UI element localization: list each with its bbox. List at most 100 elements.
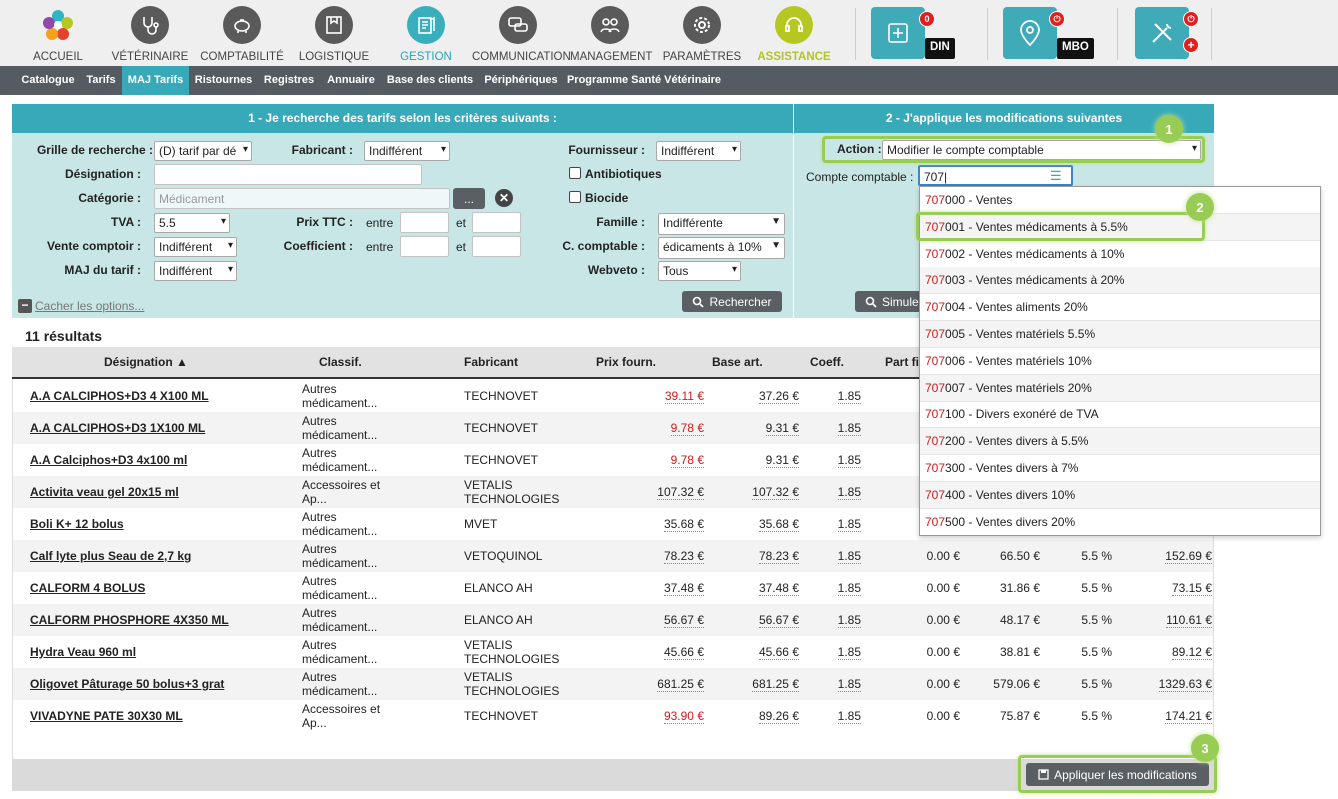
maj-tarif-select[interactable]: Indifférent ▾ — [154, 261, 237, 281]
coef-max-input[interactable] — [472, 236, 521, 257]
product-name-link[interactable]: Oligovet Pâturage 50 bolus+3 grat — [30, 677, 224, 691]
nav-communication[interactable]: COMMUNICATION — [472, 0, 571, 66]
coef-min-input[interactable] — [400, 236, 449, 257]
subnav-peripheriques[interactable]: Périphériques — [481, 66, 561, 95]
vente-comptoir-select[interactable]: Indifférent ▾ — [154, 237, 237, 257]
nav-gestion[interactable]: GESTION — [386, 0, 466, 66]
base-art-cell[interactable]: 37.26 € — [758, 389, 799, 404]
base-art-cell[interactable]: 56.67 € — [758, 613, 799, 628]
prix-fourn-cell[interactable]: 107.32 € — [657, 485, 704, 500]
din-tile[interactable] — [871, 7, 925, 59]
dropdown-option[interactable]: 707100 - Divers exonéré de TVA — [920, 401, 1320, 429]
dropdown-option[interactable]: 707000 - Ventes — [920, 187, 1320, 214]
nav-veterinaire[interactable]: VÉTÉRINAIRE — [110, 0, 190, 66]
dropdown-option[interactable]: 707007 - Ventes matériels 20% — [920, 374, 1320, 402]
base-art-cell[interactable]: 78.23 € — [758, 549, 799, 564]
dropdown-option[interactable]: 707006 - Ventes matériels 10% — [920, 348, 1320, 375]
coeff-cell[interactable]: 1.85 — [837, 709, 861, 724]
coeff-cell[interactable]: 1.85 — [837, 645, 861, 660]
column-base-art[interactable]: Base art. — [712, 355, 763, 369]
dropdown-option[interactable]: 707005 - Ventes matériels 5.5% — [920, 321, 1320, 348]
biocide-checkbox[interactable] — [569, 191, 581, 203]
subnav-catalogue[interactable]: Catalogue — [16, 66, 80, 95]
dropdown-option[interactable]: 707300 - Ventes divers à 7% — [920, 455, 1320, 482]
prix-fourn-cell[interactable]: 9.78 € — [670, 453, 704, 468]
base-art-cell[interactable]: 89.26 € — [758, 709, 799, 724]
coeff-cell[interactable]: 1.85 — [837, 421, 861, 436]
subnav-ristournes[interactable]: Ristournes — [192, 66, 255, 95]
product-name-link[interactable]: Boli K+ 12 bolus — [30, 517, 124, 531]
product-name-link[interactable]: Calf lyte plus Seau de 2,7 kg — [30, 549, 191, 563]
subnav-base-clients[interactable]: Base des clients — [384, 66, 476, 95]
base-art-cell[interactable]: 35.68 € — [758, 517, 799, 532]
dropdown-option[interactable]: 707002 - Ventes médicaments à 10% — [920, 241, 1320, 268]
grille-select[interactable]: (D) tarif par dé ▾ — [154, 141, 252, 161]
prix-fourn-cell[interactable]: 93.90 € — [663, 709, 704, 724]
c-comptable-select[interactable]: édicaments à 10% ▼ — [658, 237, 785, 259]
dropdown-option[interactable]: 707400 - Ventes divers 10% — [920, 481, 1320, 509]
base-art-cell[interactable]: 37.48 € — [758, 581, 799, 596]
coeff-cell[interactable]: 1.85 — [837, 389, 861, 404]
clear-icon[interactable]: ✕ — [495, 189, 513, 207]
subnav-registres[interactable]: Registres — [259, 66, 319, 95]
subnav-maj-tarifs[interactable]: MAJ Tarifs — [122, 66, 189, 95]
base-art-cell[interactable]: 9.31 € — [765, 453, 799, 468]
price-ttc-cell[interactable]: 110.61 € — [1166, 613, 1212, 628]
coeff-cell[interactable]: 1.85 — [837, 581, 861, 596]
prix-fourn-cell[interactable]: 37.48 € — [663, 581, 704, 596]
prix-fourn-cell[interactable]: 35.68 € — [663, 517, 704, 532]
column-prix-fourn[interactable]: Prix fourn. — [596, 355, 656, 369]
dropdown-option[interactable]: 707200 - Ventes divers à 5.5% — [920, 428, 1320, 456]
price-ttc-cell[interactable]: 152.69 € — [1165, 549, 1212, 564]
prix-max-input[interactable] — [472, 212, 521, 233]
subnav-tarifs[interactable]: Tarifs — [82, 66, 120, 95]
table-row[interactable]: CALFORM PHOSPHORE 4X350 ML Autres médicame… — [12, 604, 1214, 636]
table-row[interactable]: VIVADYNE PATE 30X30 ML Accessoires et Ap..… — [12, 700, 1214, 732]
product-name-link[interactable]: A.A Calciphos+D3 4x100 ml — [30, 453, 187, 467]
tools-tile[interactable] — [1135, 7, 1189, 59]
base-art-cell[interactable]: 681.25 € — [752, 677, 799, 692]
coeff-cell[interactable]: 1.85 — [837, 485, 861, 500]
product-name-link[interactable]: Hydra Veau 960 ml — [30, 645, 136, 659]
dropdown-option[interactable]: 707500 - Ventes divers 20% — [920, 509, 1320, 535]
base-art-cell[interactable]: 45.66 € — [758, 645, 799, 660]
product-name-link[interactable]: A.A CALCIPHOS+D3 4 X100 ML — [30, 389, 209, 403]
prix-fourn-cell[interactable]: 681.25 € — [657, 677, 704, 692]
nav-assistance[interactable]: ASSISTANCE — [754, 0, 834, 66]
prix-fourn-cell[interactable]: 39.11 € — [664, 389, 704, 404]
categorie-browse-button[interactable]: ... — [453, 188, 485, 209]
column-fabricant[interactable]: Fabricant — [464, 355, 518, 369]
base-art-cell[interactable]: 107.32 € — [752, 485, 799, 500]
prix-fourn-cell[interactable]: 78.23 € — [663, 549, 704, 564]
nav-logistique[interactable]: LOGISTIQUE — [294, 0, 374, 66]
fabricant-select[interactable]: Indifférent ▾ — [364, 141, 450, 161]
table-row[interactable]: CALFORM 4 BOLUS Autres médicament... ELANCO… — [12, 572, 1214, 604]
dropdown-option[interactable]: 707004 - Ventes aliments 20% — [920, 294, 1320, 322]
prix-min-input[interactable] — [400, 212, 449, 233]
famille-select[interactable]: Indifférente ▼ — [658, 213, 785, 235]
hide-options-link[interactable]: Cacher les options... — [35, 299, 144, 313]
price-ttc-cell[interactable]: 89.12 € — [1171, 645, 1212, 660]
search-button[interactable]: Rechercher — [682, 291, 782, 312]
mbo-power-icon[interactable]: ⏻ — [1049, 11, 1065, 27]
prix-fourn-cell[interactable]: 45.66 € — [663, 645, 704, 660]
product-name-link[interactable]: A.A CALCIPHOS+D3 1X100 ML — [30, 421, 205, 435]
prix-fourn-cell[interactable]: 9.78 € — [670, 421, 704, 436]
nav-parametres[interactable]: PARAMÈTRES — [662, 0, 742, 66]
subnav-programme-sante[interactable]: Programme Santé Vétérinaire — [566, 66, 722, 95]
product-name-link[interactable]: CALFORM PHOSPHORE 4X350 ML — [30, 613, 229, 627]
nav-management[interactable]: MANAGEMENT — [570, 0, 652, 66]
fournisseur-select[interactable]: Indifférent ▾ — [656, 141, 741, 161]
tva-select[interactable]: 5.5 ▾ — [154, 213, 230, 233]
column-designation[interactable]: Désignation ▲ — [104, 355, 188, 369]
coeff-cell[interactable]: 1.85 — [837, 453, 861, 468]
designation-input[interactable] — [154, 164, 422, 185]
table-row[interactable]: Oligovet Pâturage 50 bolus+3 grat Autres m… — [12, 668, 1214, 700]
list-icon[interactable]: ☰ — [1050, 169, 1062, 182]
subnav-annuaire[interactable]: Annuaire — [324, 66, 378, 95]
product-name-link[interactable]: VIVADYNE PATE 30X30 ML — [30, 709, 183, 723]
nav-comptabilite[interactable]: COMPTABILITÉ — [200, 0, 284, 66]
product-name-link[interactable]: CALFORM 4 BOLUS — [30, 581, 145, 595]
antibiotiques-checkbox[interactable] — [569, 167, 581, 179]
nav-accueil[interactable]: ACCUEIL — [18, 0, 98, 66]
